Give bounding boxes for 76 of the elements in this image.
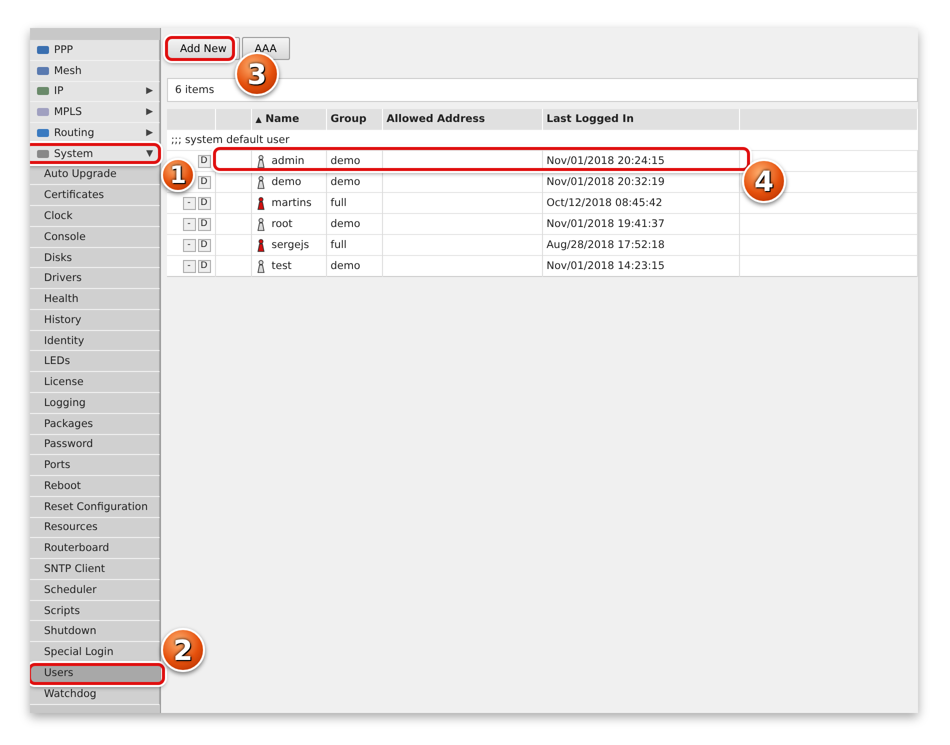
column-header[interactable]: ▲ Name <box>251 109 326 130</box>
menu-item[interactable]: Certificates <box>30 185 160 206</box>
table-cell: demo <box>326 214 382 234</box>
column-header[interactable]: Allowed Address <box>382 109 542 130</box>
menu-item[interactable]: LEDs <box>30 351 160 372</box>
table-cell: Nov/01/2018 20:32:19 <box>542 172 739 192</box>
menu-item[interactable]: Password <box>30 434 160 456</box>
table-cell: demo <box>326 256 382 276</box>
table-cell: root <box>272 218 293 230</box>
menu-item-icon <box>36 85 50 98</box>
comment-text: ;;; system default user <box>171 134 290 146</box>
row-button[interactable]: - <box>182 238 196 252</box>
row-button[interactable]: D <box>198 154 210 168</box>
column-header[interactable]: Group <box>326 109 382 130</box>
column-header[interactable] <box>215 109 251 130</box>
table-cell: Nov/01/2018 20:24:15 <box>542 150 739 172</box>
row-button[interactable]: D <box>198 260 210 272</box>
menu-item-icon <box>36 106 50 118</box>
table-cell: Nov/01/2018 14:23:15 <box>542 256 739 276</box>
table-cell: full <box>326 192 382 214</box>
menu-item[interactable]: Auto Upgrade <box>30 164 160 186</box>
menu-item[interactable]: Mesh <box>30 60 160 82</box>
table-cell: demo <box>272 176 302 188</box>
menu-item[interactable]: Special Login <box>30 642 160 663</box>
menu-item[interactable]: License <box>30 372 160 394</box>
menu-item[interactable]: Packages <box>30 414 160 435</box>
table-cell: admin <box>272 155 304 167</box>
row-button[interactable]: D <box>198 238 210 252</box>
highlight-frame <box>165 36 235 61</box>
menu-item[interactable]: Health <box>30 289 160 310</box>
menu-item[interactable]: History <box>30 310 160 331</box>
menu-item[interactable]: Reboot <box>30 476 160 497</box>
callout-number: 2 <box>161 628 205 672</box>
arrow-icon: ▶ <box>146 107 153 118</box>
menu-item[interactable]: MPLS ▶ <box>30 102 160 124</box>
table-cell: demo <box>326 172 382 192</box>
column-header[interactable]: Last Logged In <box>542 109 739 130</box>
table-cell: test <box>272 260 292 272</box>
arrow-icon: ▶ <box>146 86 153 96</box>
table-cell: full <box>326 234 382 256</box>
row-button[interactable]: - <box>182 218 196 230</box>
menu-item[interactable]: IP ▶ <box>30 82 160 102</box>
menu-item[interactable]: Clock <box>30 206 160 227</box>
menu-item[interactable]: Logging <box>30 393 160 414</box>
table-cell: martins <box>272 197 312 209</box>
row-button[interactable]: - <box>182 260 196 272</box>
column-header[interactable] <box>167 109 215 130</box>
menu-item[interactable]: SNTP Client <box>30 559 160 580</box>
menu-item-icon <box>36 44 50 56</box>
menu-item[interactable]: Scripts <box>30 600 160 622</box>
menu-item[interactable]: Identity <box>30 330 160 352</box>
table-cell: sergejs <box>272 239 310 251</box>
menu-item[interactable]: Shutdown <box>30 621 160 642</box>
menu-item-icon <box>36 148 50 160</box>
table-cell: demo <box>326 150 382 172</box>
table-cell: Nov/01/2018 19:41:37 <box>542 214 739 234</box>
arrow-icon: ▶ <box>146 128 153 138</box>
menu-item[interactable]: Scheduler <box>30 580 160 601</box>
row-button[interactable]: D <box>198 176 210 188</box>
row-button[interactable]: D <box>198 218 210 230</box>
menu-item-icon <box>36 126 50 139</box>
menu-item[interactable]: Disks <box>30 248 160 268</box>
menu-item[interactable]: Reset Configuration <box>30 496 160 518</box>
arrow-icon: ▼ <box>146 148 153 159</box>
column-header[interactable] <box>739 109 918 130</box>
table-cell: Oct/12/2018 08:45:42 <box>542 192 739 214</box>
row-button[interactable]: - <box>182 196 196 210</box>
menu-item[interactable]: Routerboard <box>30 538 160 560</box>
table-cell: Aug/28/2018 17:52:18 <box>542 234 739 256</box>
row-button[interactable]: D <box>198 196 210 210</box>
menu-item[interactable]: Console <box>30 226 160 248</box>
menu-item[interactable]: Resources <box>30 518 160 538</box>
menu-item[interactable]: Ports <box>30 455 160 476</box>
menu-item-icon <box>36 64 50 77</box>
menu-item[interactable]: Drivers <box>30 268 160 290</box>
menu-item[interactable]: PPP <box>30 40 160 61</box>
